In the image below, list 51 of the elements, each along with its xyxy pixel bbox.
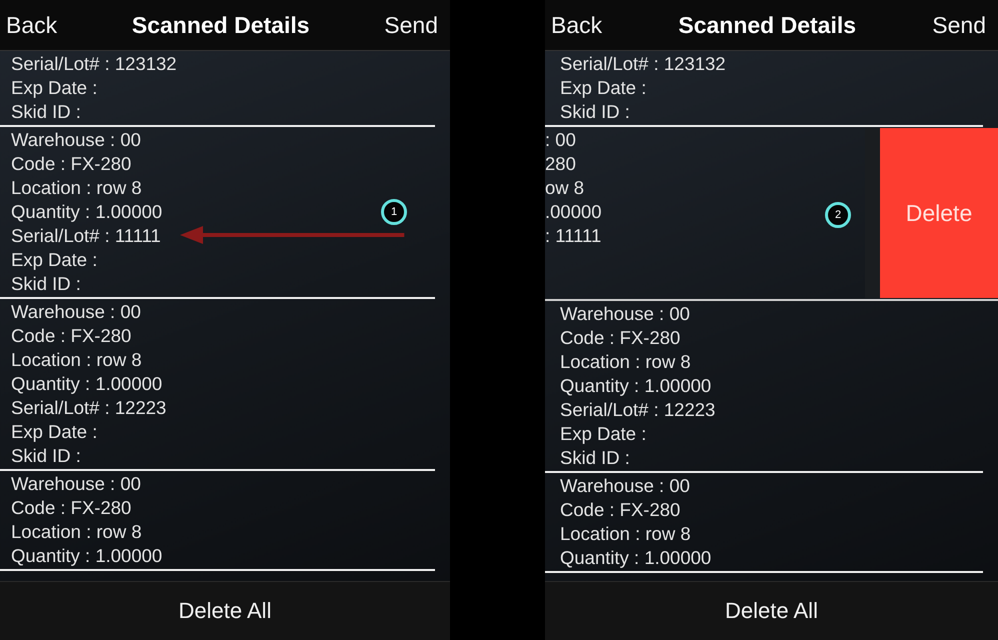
record-field: Serial/Lot# : 123132 — [560, 52, 726, 76]
record-field: Quantity : 1.00000 — [11, 372, 162, 396]
delete-all-button[interactable]: Delete All — [172, 597, 278, 625]
record-field: : 00 — [545, 128, 576, 152]
record-field: Skid ID : — [11, 444, 81, 468]
record-field: Skid ID : — [560, 100, 630, 124]
record-field: Quantity : 1.00000 — [11, 544, 162, 568]
record-field: Exp Date : — [560, 76, 646, 100]
record-field: : 11111 — [545, 224, 602, 248]
list-row[interactable]: : 00 280 ow 8 .00000 : 11111 2 Delete — [545, 127, 998, 301]
record-field: Warehouse : 00 — [560, 302, 690, 326]
record-field: Code : FX-280 — [11, 496, 132, 520]
record-field: ow 8 — [545, 176, 584, 200]
record-field: Warehouse : 00 — [560, 474, 690, 498]
record-field: Quantity : 1.00000 — [11, 200, 162, 224]
record-field: Exp Date : — [560, 422, 646, 446]
send-button[interactable]: Send — [932, 12, 986, 38]
record-field: Warehouse : 00 — [11, 472, 141, 496]
record-field: Serial/Lot# : 12223 — [11, 396, 166, 420]
record-field: 280 — [545, 152, 576, 176]
record-field: Serial/Lot# : 11111 — [11, 224, 161, 248]
delete-all-button[interactable]: Delete All — [719, 597, 824, 625]
step-marker: 1 — [381, 199, 407, 225]
record-field: Serial/Lot# : 123132 — [11, 52, 177, 76]
record-field: Warehouse : 00 — [11, 300, 141, 324]
step-marker: 2 — [825, 202, 851, 228]
record-field: Location : row 8 — [11, 520, 142, 544]
record-field: Exp Date : — [11, 76, 98, 100]
record-field: Skid ID : — [560, 446, 630, 470]
record-field: Location : row 8 — [560, 522, 691, 546]
record-field: Skid ID : — [11, 272, 81, 296]
back-button[interactable]: Back — [551, 12, 602, 38]
record-field: Location : row 8 — [11, 348, 142, 372]
record-field: Code : FX-280 — [11, 324, 132, 348]
send-button[interactable]: Send — [384, 12, 438, 38]
record-field: Skid ID : — [11, 100, 81, 124]
record-field: Quantity : 1.00000 — [560, 546, 712, 570]
record-field: Code : FX-280 — [560, 326, 680, 350]
record-field: Exp Date : — [11, 248, 98, 272]
record-field: Location : row 8 — [560, 350, 691, 374]
record-field: Code : FX-280 — [11, 152, 132, 176]
record-field: Location : row 8 — [11, 176, 142, 200]
record-field: Code : FX-280 — [560, 498, 680, 522]
record-field: Quantity : 1.00000 — [560, 374, 712, 398]
record-field: Serial/Lot# : 12223 — [560, 398, 716, 422]
screen-title: Scanned Details — [132, 12, 310, 38]
screen-title: Scanned Details — [678, 12, 856, 38]
record-field: Warehouse : 00 — [11, 128, 141, 152]
record-field: Exp Date : — [11, 420, 98, 444]
record-field: .00000 — [545, 200, 602, 224]
back-button[interactable]: Back — [6, 12, 58, 38]
